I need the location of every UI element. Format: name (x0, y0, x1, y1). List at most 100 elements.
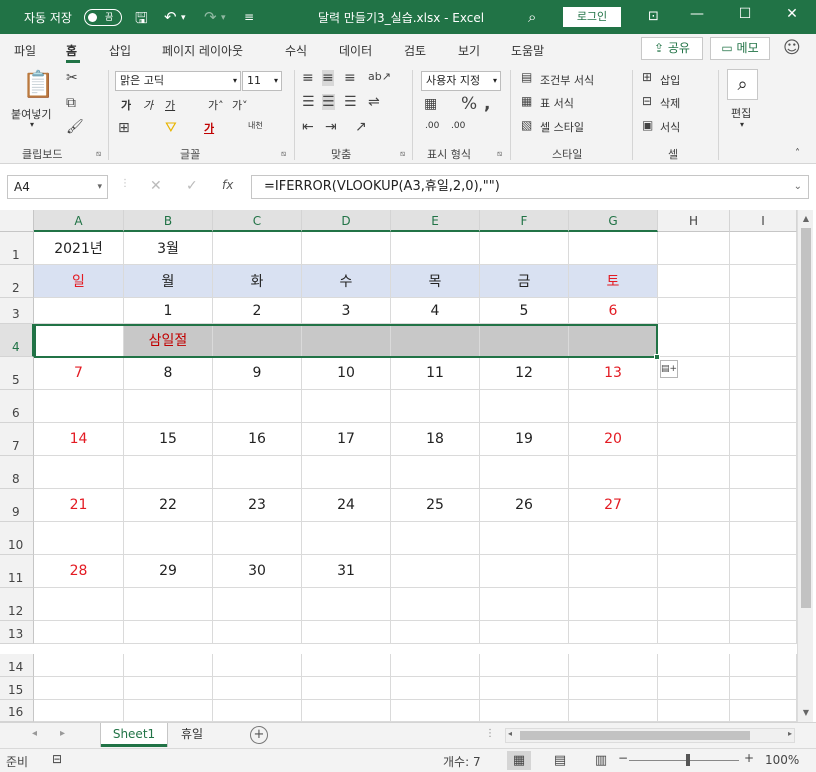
cell-b4[interactable]: 삼일절 (124, 324, 213, 357)
cell-b3[interactable]: 1 (124, 298, 213, 324)
tab-home[interactable]: 홈 (66, 42, 77, 59)
row-header-14[interactable]: 14 (0, 654, 34, 677)
cell-e12[interactable] (391, 588, 480, 621)
cell-b14[interactable] (124, 654, 213, 677)
row-header-15[interactable]: 15 (0, 677, 34, 700)
cell-a16[interactable] (34, 700, 124, 722)
horizontal-scrollbar[interactable]: ◂ ▸ (505, 728, 795, 743)
scroll-up-icon[interactable]: ▲ (798, 212, 814, 226)
save-icon[interactable]: 🖫 (135, 8, 148, 33)
tab-file[interactable]: 파일 (14, 42, 36, 59)
cell-b7[interactable]: 15 (124, 423, 213, 456)
table-format-button[interactable]: 표 서식 (540, 95, 574, 111)
cell-c7[interactable]: 16 (213, 423, 302, 456)
cell-i11[interactable] (730, 555, 797, 588)
cell-i13[interactable] (730, 621, 797, 644)
cell-e7[interactable]: 18 (391, 423, 480, 456)
cell-b1[interactable]: 3월 (124, 232, 213, 265)
cell-b9[interactable]: 22 (124, 489, 213, 522)
cell-g3[interactable]: 6 (569, 298, 658, 324)
cell-i3[interactable] (730, 298, 797, 324)
cell-a13[interactable] (34, 621, 124, 644)
cell-g13[interactable] (569, 621, 658, 644)
memo-button[interactable]: ▭ 메모 (710, 37, 770, 60)
number-launcher-icon[interactable]: ⧅ (497, 149, 502, 159)
row-header-9[interactable]: 9 (0, 489, 34, 522)
row-header-3[interactable]: 3 (0, 298, 34, 324)
cell-f12[interactable] (480, 588, 569, 621)
row-header-13[interactable]: 13 (0, 621, 34, 644)
login-button[interactable]: 로그인 (563, 7, 621, 27)
cell-a9[interactable]: 21 (34, 489, 124, 522)
align-middle-icon[interactable]: ≡ (322, 70, 334, 86)
cell-g11[interactable] (569, 555, 658, 588)
cancel-entry-icon[interactable]: ✕ (150, 178, 162, 194)
cell-e1[interactable] (391, 232, 480, 265)
font-size-select[interactable]: 11 ▾ (242, 71, 282, 91)
cell-c6[interactable] (213, 390, 302, 423)
column-header-d[interactable]: D (302, 210, 391, 232)
cell-d5[interactable]: 10 (302, 357, 391, 390)
insert-cells-button[interactable]: 삽입 (660, 72, 680, 88)
align-top-icon[interactable]: ≡ (302, 70, 314, 86)
add-sheet-icon[interactable]: + (250, 726, 268, 744)
cell-i9[interactable] (730, 489, 797, 522)
cell-f2[interactable]: 금 (480, 265, 569, 298)
quick-analysis-icon[interactable]: ▤+ (660, 360, 678, 378)
cell-h6[interactable] (658, 390, 730, 423)
cell-c8[interactable] (213, 456, 302, 489)
cell-f5[interactable]: 12 (480, 357, 569, 390)
tab-formulas[interactable]: 수식 (285, 42, 307, 59)
cell-e2[interactable]: 목 (391, 265, 480, 298)
cell-f8[interactable] (480, 456, 569, 489)
accessibility-icon[interactable]: ⊟ (52, 752, 62, 766)
cell-e9[interactable]: 25 (391, 489, 480, 522)
tab-insert[interactable]: 삽입 (109, 42, 131, 59)
maximize-button[interactable]: ☐ (730, 6, 760, 22)
cell-h11[interactable] (658, 555, 730, 588)
clipboard-launcher-icon[interactable]: ⧅ (96, 149, 101, 159)
italic-icon[interactable]: 가 (143, 97, 153, 113)
cell-e3[interactable]: 4 (391, 298, 480, 324)
row-header-10[interactable]: 10 (0, 522, 34, 555)
cell-c5[interactable]: 9 (213, 357, 302, 390)
font-name-select[interactable]: 맑은 고딕 ▾ (115, 71, 241, 91)
cell-g5[interactable]: 13 (569, 357, 658, 390)
insert-function-icon[interactable]: fx (222, 178, 233, 192)
cell-g1[interactable] (569, 232, 658, 265)
cell-a10[interactable] (34, 522, 124, 555)
tab-review[interactable]: 검토 (404, 42, 426, 59)
cell-i4[interactable] (730, 324, 797, 357)
cell-a1[interactable]: 2021년 (34, 232, 124, 265)
cell-d14[interactable] (302, 654, 391, 677)
cell-i7[interactable] (730, 423, 797, 456)
search-icon[interactable]: ⌕ (528, 8, 536, 26)
underline-icon[interactable]: 가 (165, 97, 175, 113)
cell-d10[interactable] (302, 522, 391, 555)
conditional-format-button[interactable]: 조건부 서식 (540, 72, 594, 88)
cell-g10[interactable] (569, 522, 658, 555)
cell-e8[interactable] (391, 456, 480, 489)
cell-i12[interactable] (730, 588, 797, 621)
redo-dropdown-icon[interactable]: ▾ (221, 13, 226, 23)
paste-icon[interactable]: 📋 (22, 70, 54, 100)
cell-a3[interactable] (34, 298, 124, 324)
delete-cells-button[interactable]: 삭제 (660, 95, 680, 111)
row-header-11[interactable]: 11 (0, 555, 34, 588)
column-header-h[interactable]: H (658, 210, 730, 232)
cell-c11[interactable]: 30 (213, 555, 302, 588)
row-header-1[interactable]: 1 (0, 232, 34, 265)
cell-g12[interactable] (569, 588, 658, 621)
cell-c9[interactable]: 23 (213, 489, 302, 522)
increase-indent-icon[interactable]: ⇥ (325, 119, 337, 135)
align-bottom-icon[interactable]: ≡ (344, 70, 356, 86)
cell-b2[interactable]: 월 (124, 265, 213, 298)
increase-font-icon[interactable]: 가˄ (208, 97, 224, 113)
decrease-decimal-icon[interactable]: .00 (451, 121, 465, 131)
row-header-4[interactable]: 4 (0, 324, 34, 357)
cell-c13[interactable] (213, 621, 302, 644)
cell-a5[interactable]: 7 (34, 357, 124, 390)
cell-g7[interactable]: 20 (569, 423, 658, 456)
cell-d11[interactable]: 31 (302, 555, 391, 588)
row-header-5[interactable]: 5 (0, 357, 34, 390)
